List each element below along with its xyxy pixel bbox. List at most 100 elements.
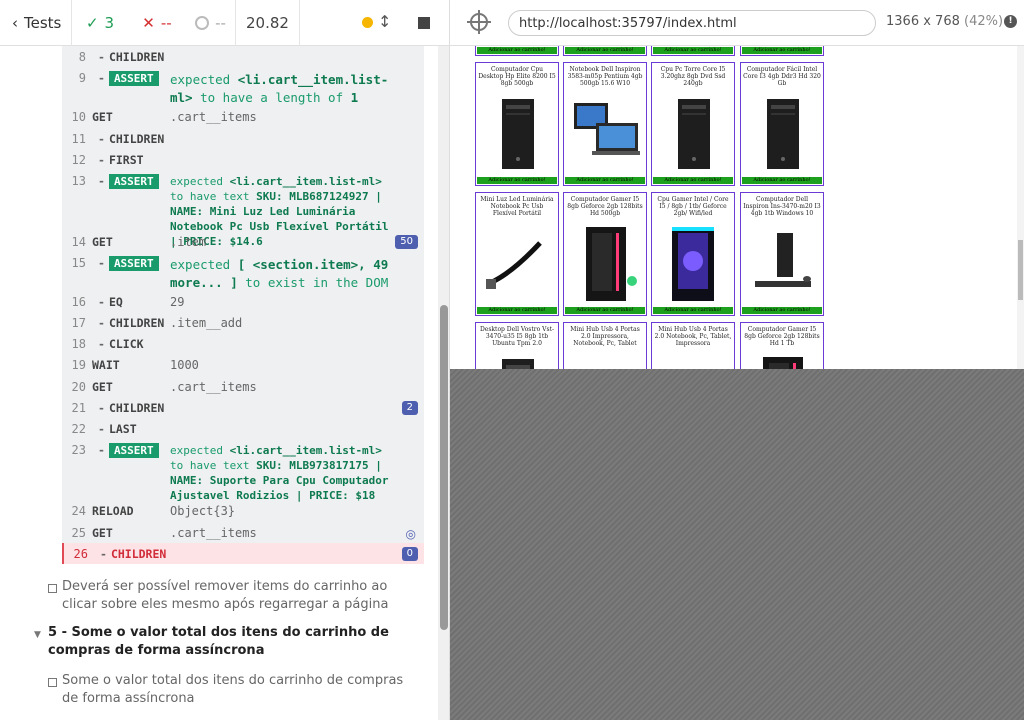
command-row[interactable]: 23 ASSERT expected <li.cart__item.list-ml>… xyxy=(62,439,424,502)
command-name: FIRST xyxy=(92,149,170,167)
failed-count[interactable]: ✕ -- xyxy=(128,0,186,46)
command-number: 26 xyxy=(73,547,88,561)
command-row[interactable]: 12 FIRST xyxy=(62,149,424,170)
stop-icon[interactable] xyxy=(418,17,430,29)
assert-badge: ASSERT xyxy=(108,256,159,271)
command-row[interactable]: 11 CHILDREN xyxy=(62,128,424,149)
product-title: Computador Cpu Desktop Hp Elite 8200 I5 … xyxy=(478,66,556,87)
product-title: Computador Dell Inspiron Ins-3470-m20 I3… xyxy=(743,196,821,217)
command-row[interactable]: 13ASSERTexpected <li.cart__item.list-ml>… xyxy=(62,170,424,248)
auto-scroll-toggle-icon[interactable]: ↕ xyxy=(378,12,391,31)
element-count-badge: 2 xyxy=(401,401,418,415)
command-number: 20 xyxy=(71,380,86,394)
product-title: Mini Luz Led Luminária Notebook Pc Usb F… xyxy=(480,196,554,217)
add-to-cart-button[interactable]: Adicionar ao carrinho! xyxy=(565,307,645,314)
command-row[interactable]: 20 GET .cart__items xyxy=(62,376,424,397)
command-row[interactable]: 25 GET .cart__items ◎ xyxy=(62,522,424,543)
pending-count[interactable]: -- xyxy=(186,0,236,46)
command-row[interactable]: 14 GET .item 50 xyxy=(62,231,424,252)
element-count-badge: 0 xyxy=(401,547,418,561)
add-to-cart-button[interactable]: Adicionar ao carrinho! xyxy=(565,47,645,54)
passed-count[interactable]: ✓ 3 xyxy=(72,0,128,46)
product-title: Mini Hub Usb 4 Portas 2.0 Notebook, Pc, … xyxy=(654,326,732,347)
aut-scrollbar[interactable] xyxy=(1017,46,1024,369)
usb-hub-icon xyxy=(658,353,728,369)
command-name: WAIT xyxy=(92,358,120,372)
command-message: 29 xyxy=(170,295,185,309)
command-row[interactable]: 15 ASSERT expected [ <section.item>, 49 mo… xyxy=(62,252,424,291)
add-to-cart-button[interactable]: Adicionar ao carrinho! xyxy=(477,177,557,184)
reporter-panel: ‹ Tests ✓ 3 ✕ -- -- 20.82 ↕ 8 CHILDREN 9 AS… xyxy=(0,0,450,720)
url-field[interactable]: http://localhost:35797/index.html xyxy=(508,10,876,36)
aut-scroll-thumb[interactable] xyxy=(1018,240,1023,300)
command-row[interactable]: 9 ASSERT expected <li.cart__item.list-ml> … xyxy=(62,67,424,106)
command-row[interactable]: 10 GET .cart__items xyxy=(62,106,424,128)
product-card: Adicionar ao carrinho! xyxy=(475,46,559,56)
pending-count-value: -- xyxy=(215,13,226,32)
product-card: Adicionar ao carrinho! xyxy=(563,46,647,56)
command-number: 18 xyxy=(71,337,86,351)
command-number: 24 xyxy=(71,504,86,518)
gamer-pc-icon xyxy=(570,223,640,303)
command-number: 15 xyxy=(71,256,86,270)
command-row[interactable]: 17 CHILDREN.item__add xyxy=(62,312,424,333)
add-to-cart-button[interactable]: Adicionar ao carrinho! xyxy=(653,177,733,184)
command-log: 8 CHILDREN 9 ASSERT expected <li.cart__item.… xyxy=(62,46,424,564)
aut-iframe: Adicionar ao carrinho! Adicionar ao carri… xyxy=(450,46,1024,369)
product-title: Computador Fácil Intel Core I3 4gb Ddr3 … xyxy=(743,66,821,87)
info-icon[interactable]: ! xyxy=(1004,15,1017,28)
command-name: GET xyxy=(92,235,113,249)
add-to-cart-button[interactable]: Adicionar ao carrinho! xyxy=(477,307,557,314)
command-name: ASSERT xyxy=(92,170,170,189)
command-message xyxy=(170,333,424,337)
command-row[interactable]: 18 CLICK xyxy=(62,333,424,354)
command-row[interactable]: 16 EQ29 xyxy=(62,291,424,312)
command-row[interactable]: 24 RELOAD Object{3} xyxy=(62,500,424,522)
back-to-tests-button[interactable]: ‹ Tests xyxy=(0,0,72,46)
test-title[interactable]: Deverá ser possível remover items do car… xyxy=(62,578,422,614)
command-message: Object{3} xyxy=(170,504,236,518)
product-title: Computador Gamer I5 8gb Geforce 2gb 128b… xyxy=(567,196,643,217)
command-name: CLICK xyxy=(92,333,170,351)
add-to-cart-button[interactable]: Adicionar ao carrinho! xyxy=(565,177,645,184)
command-name: GET xyxy=(92,526,113,540)
command-number: 16 xyxy=(71,295,86,309)
command-row[interactable]: 22 LAST xyxy=(62,418,424,439)
command-name: RELOAD xyxy=(92,504,134,518)
product-title: Computador Gamer I5 8gb Geforce 2gb 128b… xyxy=(744,326,820,347)
test-checkbox-icon xyxy=(48,678,57,687)
aut-background xyxy=(450,369,1024,720)
command-message xyxy=(170,397,424,401)
command-message: .item__add xyxy=(170,316,243,330)
add-to-cart-button[interactable]: Adicionar ao carrinho! xyxy=(477,47,557,54)
command-row[interactable]: 26 CHILDREN 0 xyxy=(62,543,424,564)
reporter-scroll-thumb[interactable] xyxy=(440,305,448,630)
x-icon: ✕ xyxy=(142,13,155,32)
command-name: CHILDREN xyxy=(92,312,170,330)
hidden-eye-icon: ◎ xyxy=(405,527,416,541)
product-title: Cpu Pc Torre Core I5 3.20ghz 8gb Dvd Ssd… xyxy=(660,66,726,87)
add-to-cart-button[interactable]: Adicionar ao carrinho! xyxy=(742,177,822,184)
add-to-cart-button[interactable]: Adicionar ao carrinho! xyxy=(742,307,822,314)
assert-badge: ASSERT xyxy=(108,443,159,458)
gamer-pc-icon xyxy=(747,353,817,369)
product-title: Cpu Gamer Intel / Core I5 / 8gb / 1tb/ G… xyxy=(657,196,729,217)
command-name: CHILDREN xyxy=(92,128,170,146)
selector-playground-icon[interactable] xyxy=(467,10,491,34)
add-to-cart-button[interactable]: Adicionar ao carrinho! xyxy=(653,47,733,54)
command-number: 21 xyxy=(71,401,86,415)
element-count-badge: 50 xyxy=(395,235,418,249)
suite-title[interactable]: 5 - Some o valor total dos itens do carr… xyxy=(48,624,428,660)
command-message: .cart__items xyxy=(170,526,257,540)
product-card: Computador Cpu Desktop Hp Elite 8200 I5 … xyxy=(475,62,559,186)
product-title: Mini Hub Usb 4 Portas 2.0 Impressora, No… xyxy=(570,326,640,347)
command-row[interactable]: 8 CHILDREN xyxy=(62,46,424,67)
collapse-triangle-icon[interactable]: ▼ xyxy=(34,630,41,640)
add-to-cart-button[interactable]: Adicionar ao carrinho! xyxy=(653,307,733,314)
test-title[interactable]: Some o valor total dos itens do carrinho… xyxy=(62,672,422,708)
add-to-cart-button[interactable]: Adicionar ao carrinho! xyxy=(742,47,822,54)
command-name: GET xyxy=(92,110,113,124)
command-row[interactable]: 21 CHILDREN 2 xyxy=(62,397,424,418)
product-card: Mini Luz Led Luminária Notebook Pc Usb F… xyxy=(475,192,559,316)
command-row[interactable]: 19 WAIT 1000 xyxy=(62,354,424,376)
